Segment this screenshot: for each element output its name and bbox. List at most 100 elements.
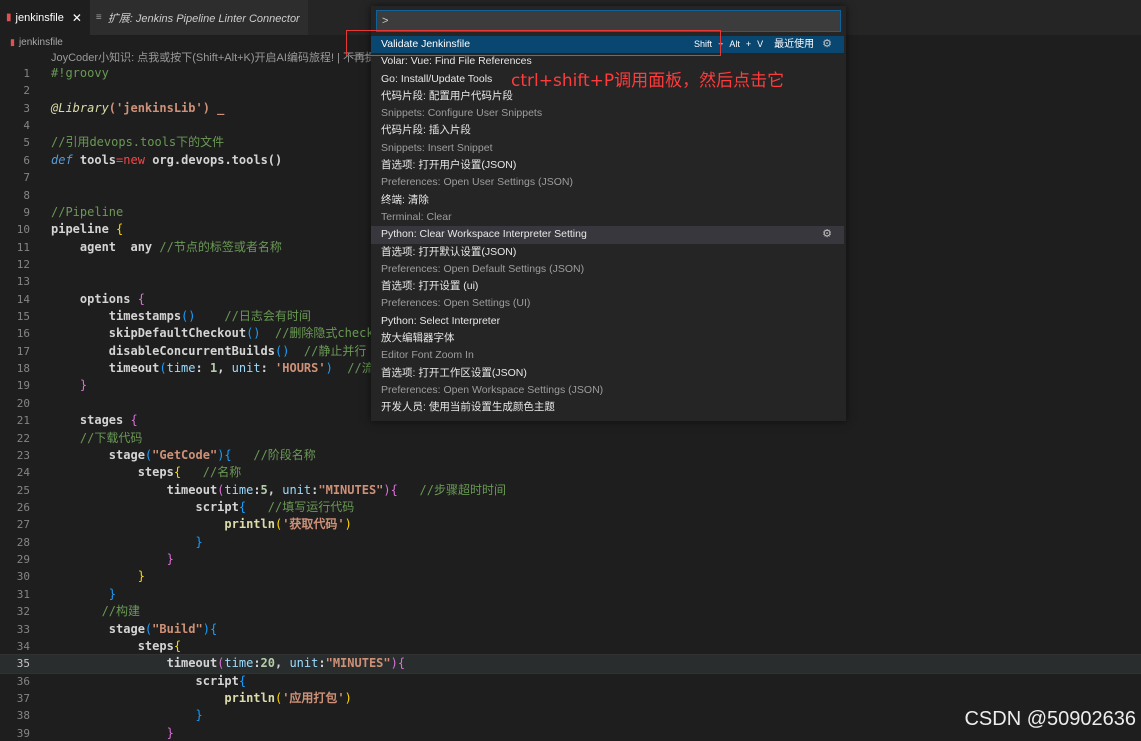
command-input[interactable] [376,10,841,32]
command-item[interactable]: 放大编辑器字体 [371,330,844,347]
code-line[interactable]: 22 //下载代码 [0,430,1141,447]
line-number: 31 [16,587,30,601]
code-token: @Library [51,100,109,115]
code-token: timeout [108,361,160,376]
code-line[interactable]: 27 println('获取代码') [0,516,1141,533]
code-token: time [166,361,196,376]
gear-icon[interactable]: ⚙ [822,226,832,243]
code-line[interactable]: 26 script{ //填写运行代码 [0,499,1141,516]
code-line[interactable]: 36 script{ [0,673,1141,690]
code-token: //节点的标签或者名称 [159,239,282,254]
command-item[interactable]: 首选项: 打开默认设置(JSON) [371,244,844,261]
tab-extension[interactable]: ≡ 扩展: Jenkins Pipeline Linter Connector [89,0,308,35]
code-line[interactable]: 29 } [0,551,1141,568]
command-item[interactable]: 首选项: 打开工作区设置(JSON) [371,365,844,382]
code-token: 5 [260,482,268,497]
code-token: stage [108,621,145,636]
command-item[interactable]: 首选项: 打开设置 (ui) [371,278,844,295]
breadcrumb-label: jenkinsfile [18,36,63,48]
line-number: 16 [16,327,30,341]
code-token: 'HOURS' [267,361,326,376]
command-item-detail[interactable]: Preferences: Open Workspace Settings (JS… [371,382,844,399]
line-number: 1 [23,67,30,80]
line-number: 4 [23,119,30,133]
command-item-detail[interactable]: Terminal: Clear [371,209,844,226]
line-number: 28 [16,535,30,549]
recently-used-badge: 最近使用 [774,39,815,50]
line-number: 26 [16,500,30,514]
close-icon[interactable]: ✕ [72,11,82,25]
tab-label: jenkinsfile [15,11,64,24]
command-item-detail[interactable]: Snippets: Configure User Snippets [371,105,844,122]
file-icon: ▮ [6,12,12,23]
code-token: tools [72,152,117,167]
code-token: disableConcurrentBuilds [108,343,275,358]
code-token: stages [79,413,124,428]
keybinding: Alt [729,39,740,49]
line-number: 20 [16,396,30,410]
command-item-detail[interactable]: Preferences: Open Default Settings (JSON… [371,261,844,278]
annotation-text: ctrl+shift+P调用面板，然后点击它 [511,71,785,91]
line-number: 27 [16,518,30,532]
tab-label: 扩展: Jenkins Pipeline Linter Connector [107,12,300,25]
code-line[interactable]: 23 stage("GetCode"){ //阶段名称 [0,447,1141,464]
code-token: "GetCode" [152,447,218,462]
code-line-current[interactable]: 35 timeout(time:20, unit:"MINUTES"){ [0,654,1141,674]
command-item[interactable]: Python: Select Interpreter [371,313,844,330]
code-token: '应用打包' [282,690,345,705]
code-line[interactable]: 25 timeout(time:5, unit:"MINUTES"){ //步骤… [0,482,1141,499]
line-number: 18 [16,362,30,376]
code-token: //填写运行代码 [267,499,355,514]
command-item-detail[interactable]: Editor Font Zoom In [371,347,844,364]
line-number: 25 [16,483,30,497]
line-number: 12 [16,257,30,271]
code-token: //删除隐式checko [274,326,381,341]
code-token: //静止并行 [303,343,367,358]
code-line[interactable]: 32 //构建 [0,603,1141,620]
code-token: script [195,673,239,688]
code-line[interactable]: 37 println('应用打包') [0,690,1141,707]
command-list: Validate Jenkinsfile Shift + Alt + V 最近使… [371,36,844,417]
command-item-detail[interactable]: Snippets: Insert Snippet [371,140,844,157]
code-token: #!groovy [51,66,109,80]
code-token: //构建 [101,604,141,619]
code-token: agent [79,239,117,254]
line-number: 34 [16,639,30,653]
code-line[interactable]: 34 steps{ [0,638,1141,655]
code-token: timeout [166,482,218,497]
line-number: 7 [23,171,30,185]
code-line[interactable]: 31 } [0,586,1141,603]
code-line[interactable]: 33 stage("Build"){ [0,621,1141,638]
command-item[interactable]: 终端: 清除 [371,192,844,209]
code-token: //下载代码 [79,430,143,445]
code-line[interactable]: 24 steps{ //名称 [0,464,1141,481]
codelens-tip[interactable]: JoyCoder小知识: 点我或按下(Shift+Alt+K)开启AI编码旅程!… [51,49,376,65]
command-python-clear-interpreter[interactable]: Python: Clear Workspace Interpreter Sett… [371,226,844,244]
command-label: Python: Clear Workspace Interpreter Sett… [381,228,587,241]
code-line[interactable]: 28 } [0,534,1141,551]
command-item[interactable]: 首选项: 打开用户设置(JSON) [371,157,844,174]
code-line[interactable]: 30 } [0,568,1141,585]
line-number: 2 [23,84,30,98]
code-token: any [116,239,160,254]
code-token: ('jenkinsLib') _ [108,100,225,115]
line-number: 11 [16,240,30,254]
line-number: 35 [16,657,30,671]
keybinding: V [757,39,764,49]
command-item[interactable]: 开发人员: 使用当前设置生成颜色主题 [371,399,844,416]
command-item-detail[interactable]: Preferences: Open User Settings (JSON) [371,174,844,191]
line-number: 38 [16,709,30,723]
gear-icon[interactable]: ⚙ [822,36,832,53]
command-item-detail[interactable]: Preferences: Open Settings (UI) [371,295,844,312]
breadcrumb[interactable]: ▮ jenkinsfile [0,35,63,49]
code-token: //Pipeline [51,204,124,219]
line-number: 15 [16,310,30,324]
command-item[interactable]: 代码片段: 插入片段 [371,122,844,139]
line-number: 33 [16,622,30,636]
tab-jenkinsfile[interactable]: ▮ jenkinsfile ✕ [0,0,90,35]
code-token: org.devops.tools() [144,152,283,167]
code-token: steps [137,465,174,480]
code-token: println [224,517,275,532]
highlight-box [346,30,721,56]
code-token: //名称 [202,465,242,480]
